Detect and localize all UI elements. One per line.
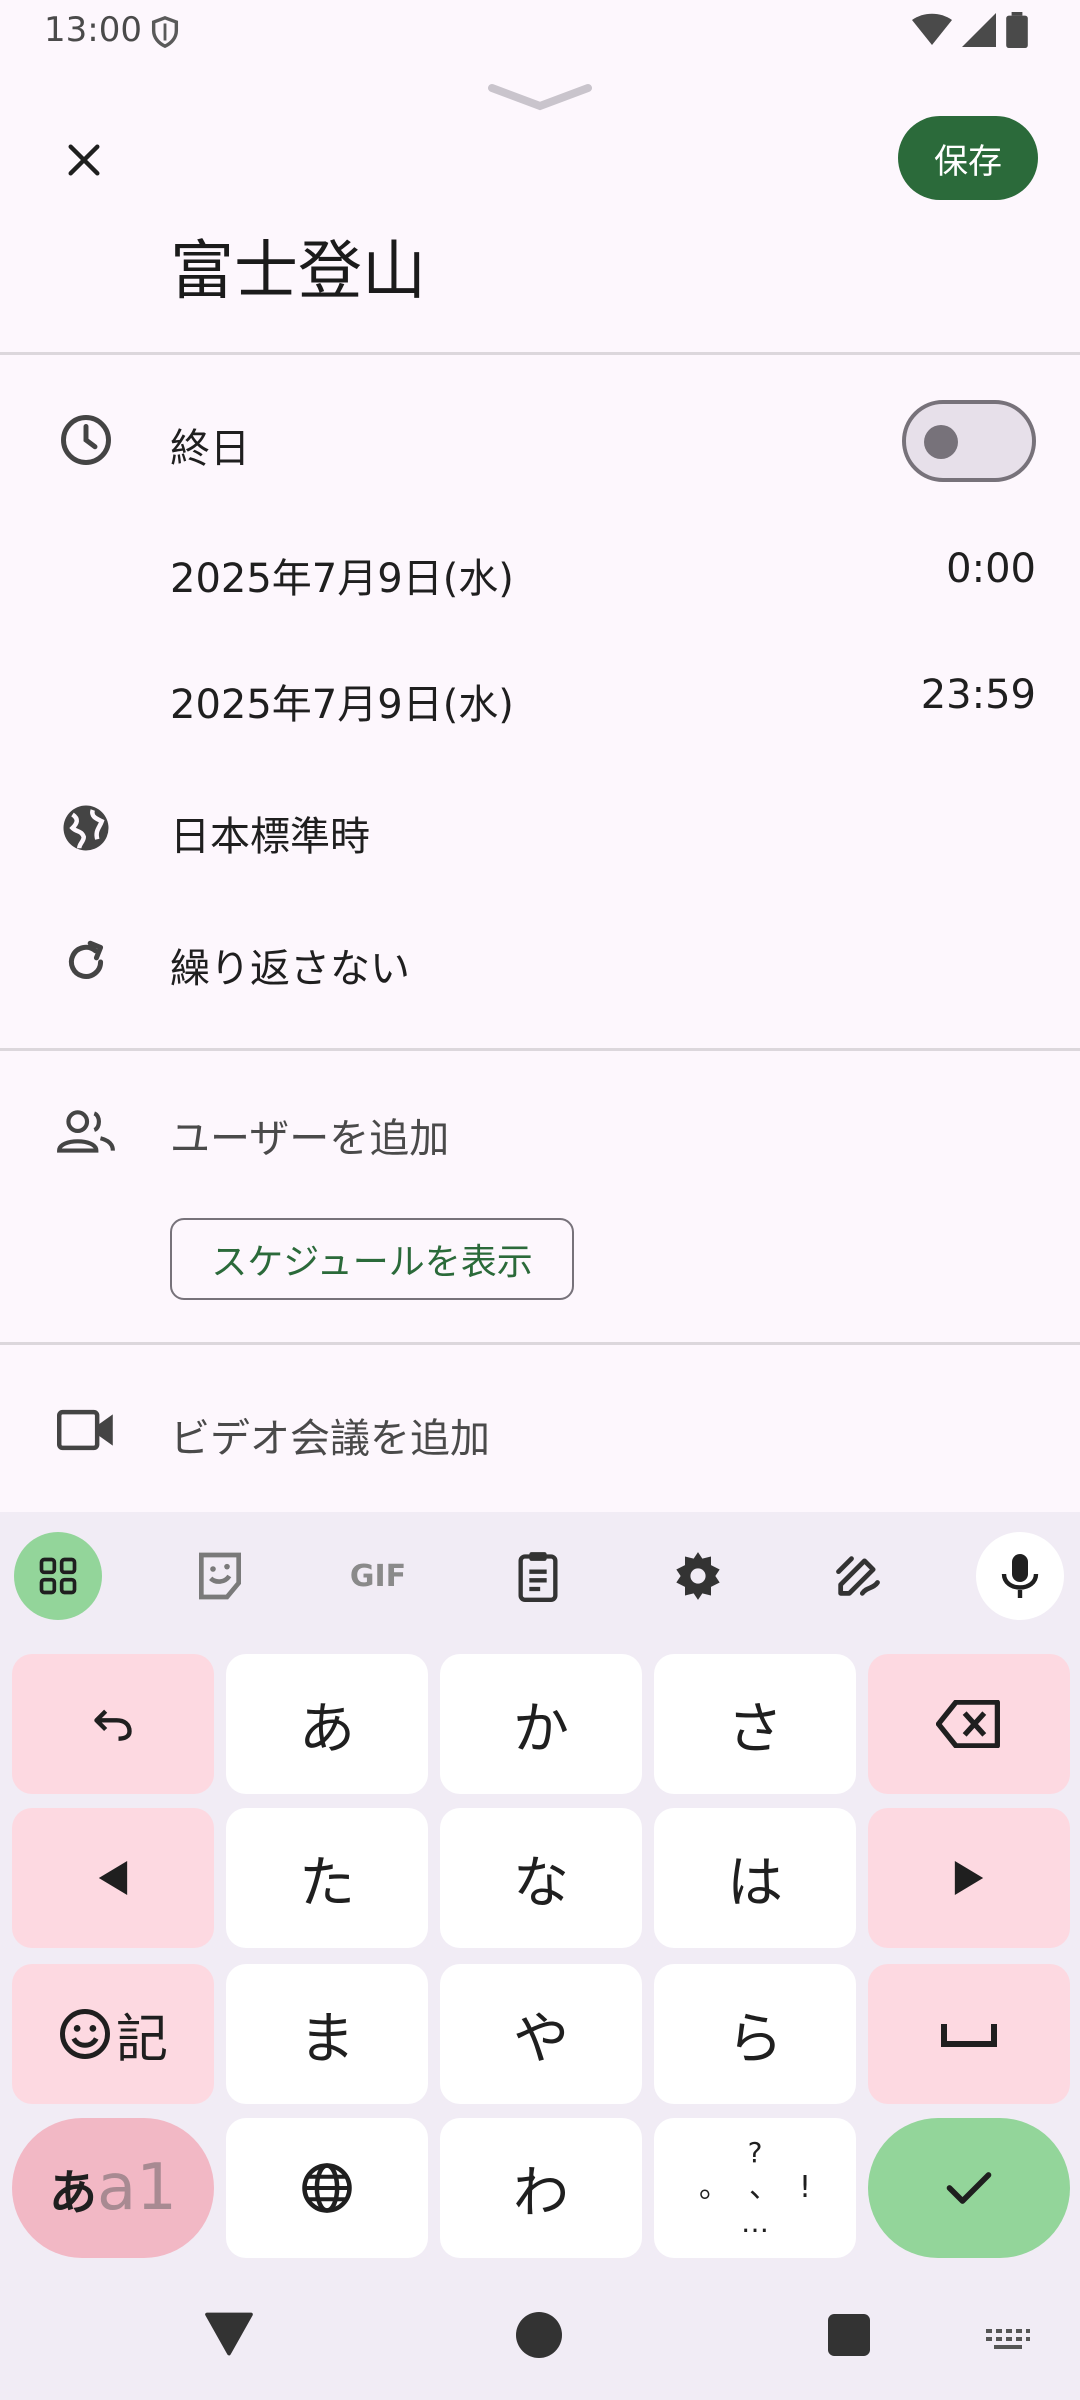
language-key[interactable]: [226, 2118, 428, 2258]
emoji-symbol-key[interactable]: 記: [12, 1964, 214, 2104]
pen-icon: [836, 1556, 880, 1596]
battery-icon: [1006, 12, 1028, 48]
end-time[interactable]: 23:59: [921, 672, 1036, 718]
key-ra[interactable]: ら: [654, 1964, 856, 2104]
key-ya[interactable]: や: [440, 1964, 642, 2104]
space-icon: [941, 2024, 997, 2047]
key-ha[interactable]: は: [654, 1808, 856, 1948]
divider: [0, 1342, 1080, 1345]
back-icon[interactable]: [204, 2312, 254, 2356]
key-na[interactable]: な: [440, 1808, 642, 1948]
sticker-icon: [199, 1552, 241, 1600]
punct-bottom: …: [741, 2206, 769, 2239]
gear-icon: [676, 1552, 720, 1600]
event-title[interactable]: 富士登山: [170, 220, 426, 312]
shield-icon: [151, 16, 179, 49]
undo-key[interactable]: [12, 1654, 214, 1794]
clipboard-button[interactable]: [494, 1532, 582, 1620]
system-nav-bar: [0, 2270, 1080, 2400]
emoji-icon: [60, 2009, 110, 2059]
key-ta[interactable]: た: [226, 1808, 428, 1948]
voice-input-button[interactable]: [976, 1532, 1064, 1620]
sheet-collapse-handle[interactable]: [488, 82, 592, 112]
backspace-icon: [936, 1700, 1000, 1748]
people-icon: [54, 1100, 118, 1164]
sticker-button[interactable]: [176, 1532, 264, 1620]
microphone-icon: [1001, 1554, 1039, 1598]
recents-icon[interactable]: [828, 2314, 870, 2356]
start-date[interactable]: 2025年7月9日(水): [170, 546, 514, 604]
undo-icon: [94, 1709, 132, 1741]
keyboard-switch-icon[interactable]: [984, 2326, 1032, 2352]
backspace-key[interactable]: [868, 1654, 1070, 1794]
gif-button[interactable]: GIF: [334, 1532, 422, 1620]
mode-sub-label: a1: [97, 2151, 177, 2225]
input-mode-key[interactable]: あ a1: [12, 2118, 214, 2258]
add-users-input[interactable]: ユーザーを追加: [170, 1106, 449, 1164]
clock-icon: [54, 408, 118, 472]
key-sa[interactable]: さ: [654, 1654, 856, 1794]
save-button[interactable]: 保存: [898, 116, 1038, 200]
clipboard-icon: [518, 1552, 558, 1602]
key-a[interactable]: あ: [226, 1654, 428, 1794]
arrow-right-icon: [954, 1861, 984, 1895]
cursor-right-key[interactable]: [868, 1808, 1070, 1948]
key-ka[interactable]: か: [440, 1654, 642, 1794]
punct-right: !: [798, 2170, 812, 2205]
key-ma[interactable]: ま: [226, 1964, 428, 2104]
space-key[interactable]: [868, 1964, 1070, 2104]
emoji-key-label: 記: [115, 2009, 168, 2070]
apps-grid-button[interactable]: [14, 1532, 102, 1620]
repeat-icon: [54, 930, 118, 994]
show-schedule-button[interactable]: スケジュールを表示: [170, 1218, 574, 1300]
handwriting-button[interactable]: [814, 1532, 902, 1620]
home-icon[interactable]: [516, 2312, 562, 2358]
end-date[interactable]: 2025年7月9日(水): [170, 672, 514, 730]
add-video-conference[interactable]: ビデオ会議を追加: [170, 1406, 490, 1464]
keyboard: GIF あ か さ た な は 記 ま や ら あ a1 わ ? 。 、 ! …: [0, 1512, 1080, 2400]
punct-left: 。: [698, 2170, 729, 2205]
divider: [0, 352, 1080, 355]
grid-icon: [39, 1557, 77, 1595]
start-time[interactable]: 0:00: [946, 546, 1036, 592]
settings-button[interactable]: [654, 1532, 742, 1620]
punct-mid: 、: [748, 2170, 779, 2205]
signal-icon: [962, 13, 996, 47]
mode-main-label: あ: [49, 2165, 98, 2221]
all-day-toggle[interactable]: [902, 400, 1036, 482]
cursor-left-key[interactable]: [12, 1808, 214, 1948]
timezone-label[interactable]: 日本標準時: [170, 804, 370, 862]
video-icon: [54, 1398, 118, 1462]
repeat-label[interactable]: 繰り返さない: [170, 936, 410, 994]
key-wa[interactable]: わ: [440, 2118, 642, 2258]
globe-icon: [302, 2163, 352, 2213]
punct-top: ?: [747, 2136, 763, 2169]
keyboard-toolbar: GIF: [0, 1512, 1080, 1640]
status-icons: [912, 12, 1028, 48]
toggle-knob: [924, 425, 958, 459]
status-time: 13:00: [44, 10, 142, 50]
globe-icon: [54, 796, 118, 860]
punctuation-key[interactable]: ? 。 、 ! …: [654, 2118, 856, 2258]
enter-key[interactable]: [868, 2118, 1070, 2258]
arrow-left-icon: [98, 1861, 128, 1895]
divider: [0, 1048, 1080, 1051]
all-day-label: 終日: [170, 426, 250, 472]
close-button[interactable]: [52, 128, 116, 192]
check-icon: [946, 2172, 992, 2204]
wifi-icon: [912, 13, 952, 45]
close-icon: [68, 144, 100, 176]
